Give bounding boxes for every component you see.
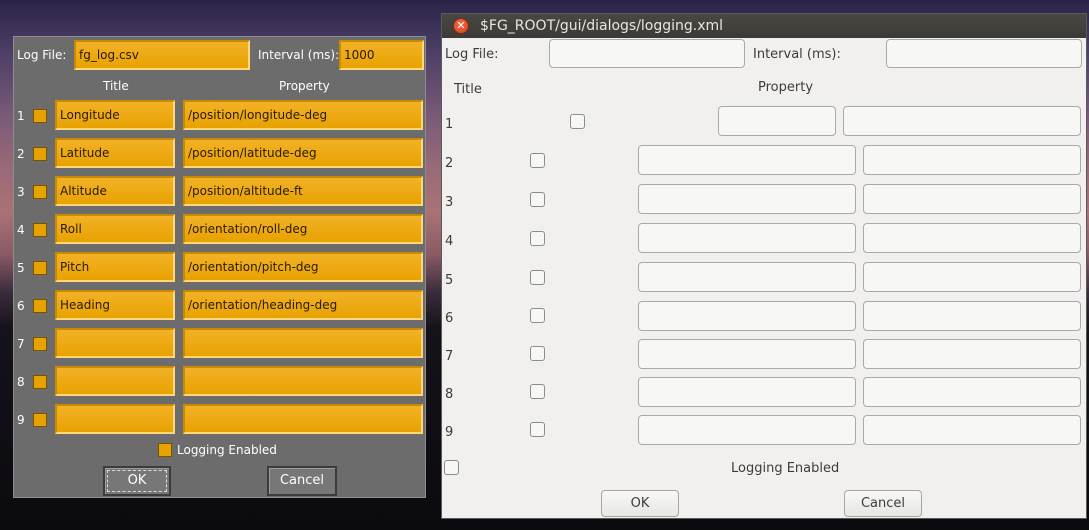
row-number: 5 — [445, 273, 454, 288]
row-checkbox[interactable] — [33, 375, 47, 389]
row-title-input[interactable] — [638, 262, 856, 292]
property-column-header: Property — [758, 80, 814, 95]
row-property-input[interactable] — [183, 366, 423, 396]
row-title-input[interactable] — [638, 223, 856, 253]
ok-button[interactable]: OK — [601, 490, 679, 517]
row-number: 2 — [445, 156, 454, 171]
gtk-logging-dialog: ✕ $FG_ROOT/gui/dialogs/logging.xml Log F… — [441, 13, 1087, 519]
row-number: 3 — [17, 185, 25, 199]
row-title-input[interactable] — [55, 366, 175, 396]
interval-label: Interval (ms): — [753, 47, 841, 62]
interval-input[interactable] — [886, 39, 1082, 68]
row-title-input[interactable] — [638, 301, 856, 331]
row-title-input[interactable] — [638, 145, 856, 175]
row-checkbox[interactable] — [33, 261, 47, 275]
row-property-input[interactable] — [863, 301, 1081, 331]
row-property-input[interactable]: /orientation/roll-deg — [183, 214, 423, 244]
row-number: 6 — [445, 311, 454, 326]
logging-enabled-label: Logging Enabled — [731, 461, 840, 476]
row-number: 7 — [445, 349, 454, 364]
row-property-input[interactable] — [843, 106, 1081, 136]
row-property-input[interactable] — [183, 328, 423, 358]
property-column-header: Property — [279, 79, 330, 93]
row-title-input[interactable] — [55, 328, 175, 358]
title-column-header: Title — [103, 79, 129, 93]
interval-input[interactable]: 1000 — [339, 40, 424, 70]
row-property-input[interactable] — [183, 404, 423, 434]
logging-enabled-checkbox[interactable] — [158, 443, 172, 457]
row-checkbox[interactable] — [33, 299, 47, 313]
row-checkbox[interactable] — [33, 109, 47, 123]
row-title-input[interactable]: Roll — [55, 214, 175, 244]
row-checkbox[interactable] — [33, 223, 47, 237]
row-property-input[interactable]: /orientation/heading-deg — [183, 290, 423, 320]
row-title-input[interactable] — [638, 339, 856, 369]
logging-enabled-checkbox[interactable] — [444, 460, 459, 475]
row-property-input[interactable] — [863, 415, 1081, 445]
row-checkbox[interactable] — [33, 413, 47, 427]
row-number: 8 — [17, 375, 25, 389]
row-title-input[interactable] — [718, 106, 836, 136]
row-number: 4 — [445, 234, 454, 249]
logging-enabled-label: Logging Enabled — [177, 443, 277, 457]
row-property-input[interactable] — [863, 223, 1081, 253]
row-title-input[interactable] — [55, 404, 175, 434]
log-file-input[interactable]: fg_log.csv — [74, 40, 250, 70]
row-property-input[interactable] — [863, 184, 1081, 214]
close-icon[interactable]: ✕ — [453, 18, 469, 34]
row-checkbox[interactable] — [33, 185, 47, 199]
row-number: 5 — [17, 261, 25, 275]
row-number: 3 — [445, 195, 454, 210]
row-checkbox[interactable] — [33, 147, 47, 161]
row-number: 9 — [445, 425, 454, 440]
log-file-label: Log File: — [17, 48, 67, 62]
row-property-input[interactable] — [863, 377, 1081, 407]
row-number: 4 — [17, 223, 25, 237]
row-number: 7 — [17, 337, 25, 351]
row-checkbox[interactable] — [33, 337, 47, 351]
cancel-button[interactable]: Cancel — [844, 490, 922, 517]
row-title-input[interactable]: Pitch — [55, 252, 175, 282]
row-title-input[interactable]: Heading — [55, 290, 175, 320]
row-number: 2 — [17, 147, 25, 161]
row-title-input[interactable] — [638, 377, 856, 407]
ok-button[interactable]: OK — [103, 466, 171, 496]
row-number: 1 — [17, 109, 25, 123]
row-property-input[interactable]: /orientation/pitch-deg — [183, 252, 423, 282]
row-checkbox[interactable] — [530, 422, 545, 437]
row-property-input[interactable] — [863, 339, 1081, 369]
row-property-input[interactable]: /position/longitude-deg — [183, 100, 423, 130]
cancel-button[interactable]: Cancel — [267, 466, 337, 496]
window-titlebar: ✕ $FG_ROOT/gui/dialogs/logging.xml — [442, 14, 1086, 38]
log-file-label: Log File: — [445, 47, 499, 62]
interval-label: Interval (ms): — [258, 48, 340, 62]
pui-logging-dialog: Log File: fg_log.csv Interval (ms): 1000… — [13, 36, 426, 498]
row-title-input[interactable]: Longitude — [55, 100, 175, 130]
row-checkbox[interactable] — [530, 192, 545, 207]
row-checkbox[interactable] — [530, 384, 545, 399]
row-title-input[interactable]: Latitude — [55, 138, 175, 168]
row-number: 8 — [445, 387, 454, 402]
row-property-input[interactable]: /position/altitude-ft — [183, 176, 423, 206]
row-property-input[interactable]: /position/latitude-deg — [183, 138, 423, 168]
row-title-input[interactable] — [638, 184, 856, 214]
row-title-input[interactable] — [638, 415, 856, 445]
row-checkbox[interactable] — [530, 308, 545, 323]
row-number: 6 — [17, 299, 25, 313]
window-title: $FG_ROOT/gui/dialogs/logging.xml — [480, 18, 724, 34]
row-checkbox[interactable] — [530, 153, 545, 168]
row-checkbox[interactable] — [530, 270, 545, 285]
row-title-input[interactable]: Altitude — [55, 176, 175, 206]
row-property-input[interactable] — [863, 262, 1081, 292]
row-number: 9 — [17, 413, 25, 427]
row-property-input[interactable] — [863, 145, 1081, 175]
row-checkbox[interactable] — [530, 346, 545, 361]
log-file-input[interactable] — [549, 39, 745, 68]
row-number: 1 — [445, 117, 454, 132]
title-column-header: Title — [454, 82, 482, 97]
row-checkbox[interactable] — [570, 114, 585, 129]
row-checkbox[interactable] — [530, 231, 545, 246]
